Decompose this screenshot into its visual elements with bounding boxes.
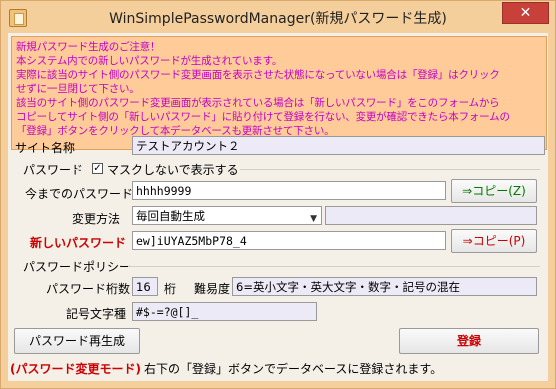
- new-password-label: 新しいパスワード: [30, 236, 127, 250]
- symbols-label: 記号文字種: [66, 307, 127, 321]
- copy-old-password-button[interactable]: ⇒コピー(Z): [451, 179, 537, 203]
- mask-label: マスクしないで表示する: [107, 163, 239, 177]
- change-method-extra-field[interactable]: [325, 206, 537, 225]
- regenerate-button[interactable]: パスワード再生成: [14, 328, 140, 354]
- checkmark-icon: ✓: [93, 163, 102, 174]
- close-button[interactable]: ✕: [502, 2, 549, 24]
- group-border: [74, 169, 80, 170]
- title-bar[interactable]: WinSimplePasswordManager(新規パスワード生成) ✕: [1, 1, 555, 33]
- notice-line: コピーしてサイト側の「新しいパスワード」に貼り付けて登録を行ない、変更が確認でき…: [16, 111, 510, 123]
- notice-panel: 新規パスワード生成のご注意！ 本システム内での新しいパスワードが生成されています…: [11, 36, 547, 150]
- change-method-select[interactable]: 毎回自動生成 ▼: [132, 206, 322, 225]
- status-message: 右下の「登録」ボタンでデータベースに登録されます。: [144, 362, 443, 376]
- site-name-field[interactable]: テストアカウント２: [132, 136, 545, 155]
- new-password-field[interactable]: ew]iUYAZ5MbP78_4: [132, 231, 446, 250]
- mask-checkbox[interactable]: ✓: [92, 163, 103, 174]
- digits-field[interactable]: 16: [132, 277, 158, 296]
- copy-new-password-button[interactable]: ⇒コピー(P): [451, 229, 537, 253]
- digits-label: パスワード桁数: [46, 282, 131, 296]
- policy-group-title: パスワードポリシー: [23, 260, 132, 274]
- app-window: WinSimplePasswordManager(新規パスワード生成) ✕ 新規…: [0, 0, 556, 389]
- difficulty-label: 難易度: [194, 282, 231, 296]
- old-password-field[interactable]: hhhh9999: [132, 181, 446, 200]
- site-name-label: サイト名称: [15, 141, 76, 155]
- difficulty-field[interactable]: 6=英小文字・英大文字・数字・記号の混在: [232, 277, 537, 296]
- group-border: [128, 266, 540, 267]
- group-border: [240, 169, 540, 170]
- notice-line: 本システム内での新しいパスワードが生成されています。: [16, 55, 283, 67]
- close-icon: ✕: [519, 5, 532, 21]
- change-method-value: 毎回自動生成: [136, 209, 205, 223]
- digits-unit: 桁: [164, 282, 177, 296]
- notice-line: せずに一旦閉じて下さい。: [16, 83, 140, 95]
- notice-line: 実際に該当のサイト側のパスワード変更画面を表示させた状態になっていない場合は「登…: [16, 69, 500, 81]
- notice-line: 新規パスワード生成のご注意！: [16, 41, 161, 53]
- window-title: WinSimplePasswordManager(新規パスワード生成): [109, 11, 447, 27]
- symbols-field[interactable]: #$-=?@[]_: [132, 302, 317, 321]
- register-button[interactable]: 登録: [399, 328, 539, 354]
- form-body: 新規パスワード生成のご注意！ 本システム内での新しいパスワードが生成されています…: [8, 33, 548, 381]
- chevron-down-icon: ▼: [310, 214, 317, 224]
- old-password-label: 今までのパスワード: [25, 187, 134, 201]
- status-mode: (パスワード変更モード): [10, 362, 141, 376]
- change-method-label: 変更方法: [72, 212, 121, 226]
- notice-line: 該当のサイト側のパスワード変更画面が表示されている場合は「新しいパスワード」をこ…: [16, 97, 500, 109]
